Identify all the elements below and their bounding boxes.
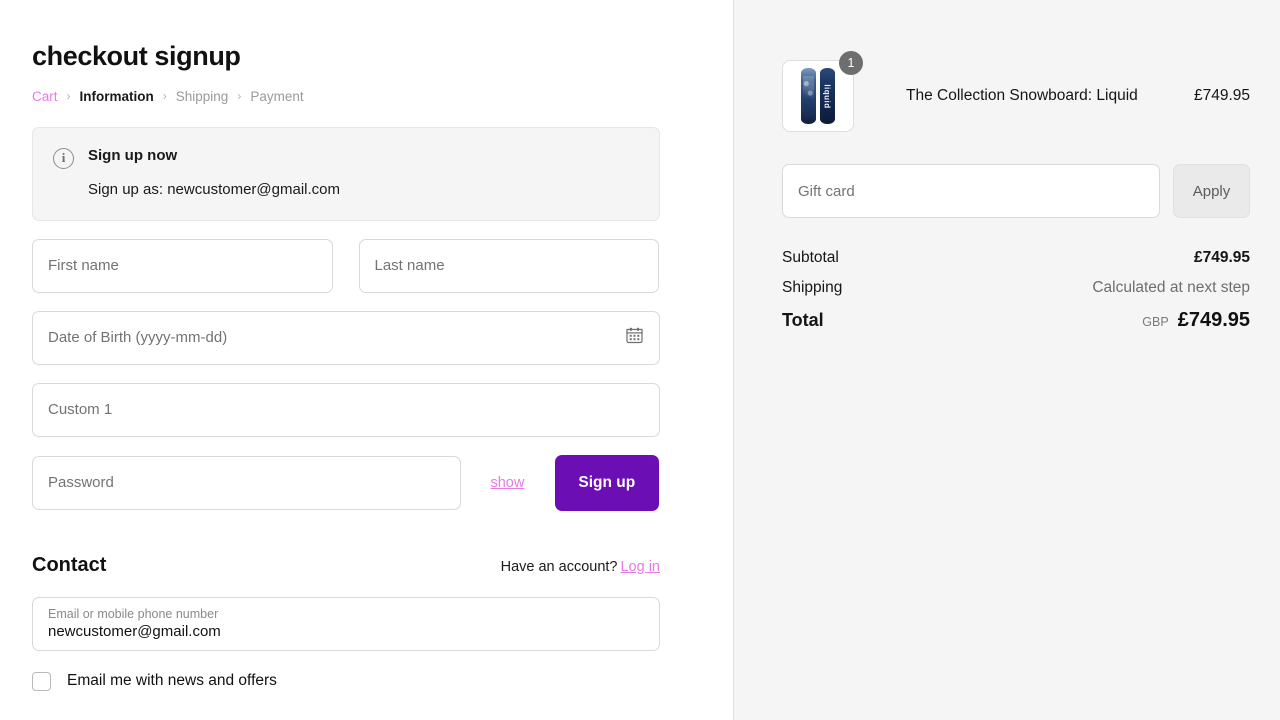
first-name-placeholder: First name	[48, 257, 119, 274]
breadcrumb-item-shipping[interactable]: Shipping	[176, 89, 229, 104]
product-name: The Collection Snowboard: Liquid	[906, 87, 1194, 105]
last-name-placeholder: Last name	[375, 257, 445, 274]
snowboard-right-graphic: liquid	[820, 68, 835, 124]
order-summary-panel: liquid 1 The Collection Snowboard: Liqui…	[734, 0, 1280, 720]
chevron-right-icon: ›	[67, 90, 71, 102]
gift-card-row: Gift card Apply	[782, 164, 1250, 218]
shipping-value: Calculated at next step	[1092, 279, 1250, 297]
breadcrumb-item-information[interactable]: Information	[80, 89, 154, 104]
account-prompt: Have an account?Log in	[501, 559, 660, 575]
account-prompt-text: Have an account?	[501, 559, 618, 575]
currency-code: GBP	[1142, 315, 1168, 329]
date-of-birth-placeholder: Date of Birth (yyyy-mm-dd)	[48, 329, 227, 346]
show-password-link[interactable]: show	[473, 475, 541, 491]
subtotal-value: £749.95	[1194, 249, 1250, 267]
newsletter-checkbox[interactable]	[32, 672, 51, 691]
total-row: Total GBP £749.95	[782, 309, 1250, 332]
log-in-link[interactable]: Log in	[620, 559, 660, 575]
checkout-form-panel: checkout signup Cart › Information › Shi…	[0, 0, 734, 720]
subtotal-label: Subtotal	[782, 249, 839, 267]
order-line-item: liquid 1 The Collection Snowboard: Liqui…	[782, 60, 1250, 132]
password-placeholder: Password	[48, 474, 114, 491]
calendar-icon[interactable]	[626, 327, 643, 349]
signup-banner: i Sign up now Sign up as: newcustomer@gm…	[32, 127, 660, 221]
shipping-row: Shipping Calculated at next step	[782, 279, 1250, 297]
first-name-input[interactable]: First name	[32, 239, 333, 293]
total-amount-group: GBP £749.95	[1142, 309, 1250, 332]
snowboard-left-graphic	[801, 68, 816, 124]
newsletter-row[interactable]: Email me with news and offers	[32, 672, 659, 691]
sign-up-button[interactable]: Sign up	[555, 455, 659, 511]
name-field-row: First name Last name	[32, 239, 659, 293]
checkout-page: checkout signup Cart › Information › Shi…	[0, 0, 1280, 720]
info-circle-icon: i	[53, 148, 74, 169]
password-input[interactable]: Password	[32, 456, 461, 510]
chevron-right-icon: ›	[237, 90, 241, 102]
total-label: Total	[782, 310, 824, 331]
custom-1-input[interactable]: Custom 1	[32, 383, 660, 437]
quantity-badge: 1	[839, 51, 863, 75]
email-or-phone-label: Email or mobile phone number	[48, 607, 218, 623]
total-amount: £749.95	[1178, 309, 1250, 332]
signup-banner-subtitle: Sign up as: newcustomer@gmail.com	[88, 181, 340, 198]
contact-heading: Contact	[32, 554, 106, 577]
breadcrumb-item-cart[interactable]: Cart	[32, 89, 58, 104]
password-row: Password show Sign up	[32, 455, 659, 511]
custom-1-placeholder: Custom 1	[48, 401, 112, 418]
newsletter-label: Email me with news and offers	[67, 672, 277, 690]
page-title: checkout signup	[32, 42, 659, 72]
totals-section: Subtotal £749.95 Shipping Calculated at …	[782, 249, 1250, 332]
product-price: £749.95	[1194, 87, 1250, 105]
shipping-label: Shipping	[782, 279, 842, 297]
email-or-phone-input[interactable]: Email or mobile phone number newcustomer…	[32, 597, 660, 651]
last-name-input[interactable]: Last name	[359, 239, 660, 293]
chevron-right-icon: ›	[163, 90, 167, 102]
snowboard-brand-text: liquid	[823, 84, 832, 108]
date-of-birth-input[interactable]: Date of Birth (yyyy-mm-dd)	[32, 311, 660, 365]
contact-header: Contact Have an account?Log in	[32, 554, 660, 577]
product-thumbnail-wrap: liquid 1	[782, 60, 854, 132]
signup-banner-text: Sign up now Sign up as: newcustomer@gmai…	[88, 147, 340, 198]
breadcrumb: Cart › Information › Shipping › Payment	[32, 89, 659, 104]
signup-banner-title: Sign up now	[88, 147, 340, 164]
gift-card-input[interactable]: Gift card	[782, 164, 1160, 218]
email-or-phone-value: newcustomer@gmail.com	[48, 622, 221, 642]
breadcrumb-item-payment[interactable]: Payment	[250, 89, 303, 104]
subtotal-row: Subtotal £749.95	[782, 249, 1250, 267]
apply-gift-card-button[interactable]: Apply	[1173, 164, 1250, 218]
